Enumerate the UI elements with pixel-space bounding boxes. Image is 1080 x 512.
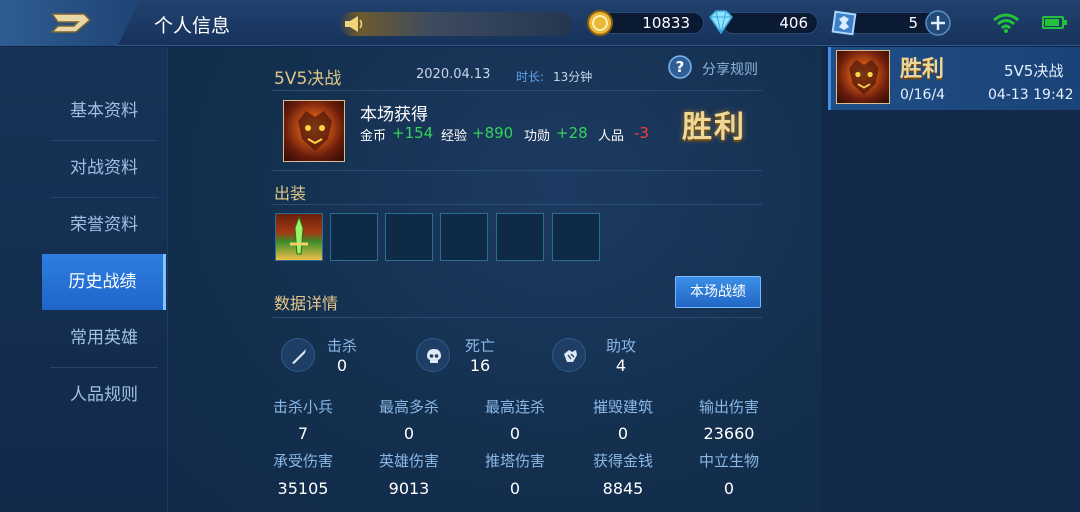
- announcement-bar[interactable]: [340, 12, 572, 36]
- stat-value: 8845: [602, 479, 644, 498]
- hero-face-icon: [849, 59, 879, 95]
- help-icon[interactable]: ?: [668, 55, 692, 79]
- stat-label: 输出伤害: [698, 398, 759, 416]
- history-mode: 5V5决战: [1004, 62, 1064, 80]
- victory-badge: 胜利: [682, 110, 746, 145]
- history-hero-portrait: [836, 50, 890, 104]
- equipment-slot-1[interactable]: [275, 213, 323, 261]
- voucher-icon: [831, 10, 857, 36]
- stat-label: 最高连杀: [484, 398, 545, 416]
- diamond-amount: 406: [779, 14, 808, 32]
- match-date: 2020.04.13: [416, 67, 491, 82]
- stat-label: 推塔伤害: [484, 452, 545, 470]
- stat-value: 0: [723, 479, 735, 498]
- sidebar-item-match-history[interactable]: 历史战绩: [42, 254, 166, 310]
- karma-label: 人品: [598, 129, 625, 144]
- details-title: 数据详情: [274, 294, 339, 313]
- stat-value: 0: [509, 424, 521, 443]
- sidebar: 基本资料 对战资料 荣誉资料 历史战绩 常用英雄 人品规则: [0, 47, 168, 512]
- sword-item-icon: [290, 215, 308, 255]
- divider: [272, 170, 762, 171]
- stat-label: 击杀小兵: [272, 398, 333, 416]
- match-duration: 13分钟: [553, 70, 593, 84]
- stat-label: 获得金钱: [592, 452, 653, 470]
- voucher-amount: 5: [908, 14, 918, 32]
- kills-value: 0: [336, 356, 348, 375]
- gold-coin-icon: [587, 10, 613, 36]
- rewards-title: 本场获得: [360, 105, 428, 125]
- gold-resource: 10833: [584, 10, 704, 36]
- wifi-icon: [993, 13, 1019, 33]
- back-arrow-icon: [50, 13, 92, 33]
- stat-value: 9013: [388, 479, 430, 498]
- history-list: [821, 47, 1080, 512]
- stat-label: 中立生物: [698, 452, 759, 470]
- history-time: 04-13 19:42: [988, 87, 1074, 103]
- page-title: 个人信息: [154, 15, 231, 37]
- stat-value: 0: [403, 424, 415, 443]
- deaths-value: 16: [469, 356, 491, 375]
- history-result: 胜利: [900, 56, 945, 82]
- equipment-slot-3[interactable]: [385, 213, 433, 261]
- history-entry[interactable]: 胜利 5V5决战 0/16/4 04-13 19:42: [828, 47, 1080, 110]
- sidebar-item-karma-rules[interactable]: 人品规则: [42, 367, 166, 423]
- stat-value: 35105: [277, 479, 329, 498]
- stat-label: 摧毁建筑: [592, 398, 653, 416]
- equipment-slot-5[interactable]: [496, 213, 544, 261]
- equipment-title: 出装: [274, 184, 307, 203]
- divider: [272, 204, 762, 205]
- add-voucher-button[interactable]: [924, 9, 952, 37]
- sidebar-item-battle-info[interactable]: 对战资料: [42, 140, 166, 196]
- hero-portrait[interactable]: [283, 100, 345, 162]
- stat-value: 0: [617, 424, 629, 443]
- sidebar-item-honor-info[interactable]: 荣誉资料: [42, 197, 166, 253]
- match-stats-button[interactable]: 本场战绩: [675, 276, 761, 308]
- history-kda: 0/16/4: [900, 87, 946, 103]
- back-button[interactable]: [0, 0, 140, 46]
- top-bar: 个人信息 10833 406 5: [0, 0, 1080, 46]
- stat-label: 最高多杀: [378, 398, 439, 416]
- share-rules-link[interactable]: 分享规则: [702, 59, 758, 79]
- merit-gain: +28: [556, 124, 588, 142]
- diamond-icon: [709, 10, 733, 35]
- deaths-label: 死亡: [464, 337, 495, 355]
- stat-label: 英雄伤害: [378, 452, 439, 470]
- gold-amount: 10833: [642, 14, 690, 32]
- sidebar-item-basic-info[interactable]: 基本资料: [42, 83, 166, 139]
- equipment-slot-6[interactable]: [552, 213, 600, 261]
- assists-value: 4: [615, 356, 627, 375]
- stat-value: 0: [509, 479, 521, 498]
- exp-label: 经验: [441, 129, 468, 144]
- gold-label: 金币: [360, 129, 387, 144]
- stat-label: 承受伤害: [272, 452, 333, 470]
- divider: [272, 90, 762, 91]
- equipment-slot-2[interactable]: [330, 213, 378, 261]
- stat-value: 23660: [703, 424, 755, 443]
- duration-label: 时长:: [516, 70, 545, 84]
- kills-label: 击杀: [326, 337, 357, 355]
- svg-text:?: ?: [676, 58, 685, 76]
- gold-gain: +154: [392, 124, 434, 142]
- voucher-resource: 5: [830, 10, 954, 36]
- hero-face-icon: [298, 111, 332, 151]
- megaphone-icon: [345, 16, 363, 32]
- diamond-resource: 406: [706, 10, 818, 36]
- sidebar-item-favorite-heroes[interactable]: 常用英雄: [42, 310, 166, 366]
- battery-icon: [1042, 16, 1067, 29]
- stat-value: 7: [297, 424, 309, 443]
- karma-change: -3: [634, 124, 649, 142]
- divider: [272, 317, 762, 318]
- merit-label: 功勋: [524, 129, 551, 144]
- match-mode: 5V5决战: [274, 69, 342, 89]
- assists-label: 助攻: [605, 337, 636, 355]
- equipment-slot-4[interactable]: [440, 213, 488, 261]
- exp-gain: +890: [472, 124, 514, 142]
